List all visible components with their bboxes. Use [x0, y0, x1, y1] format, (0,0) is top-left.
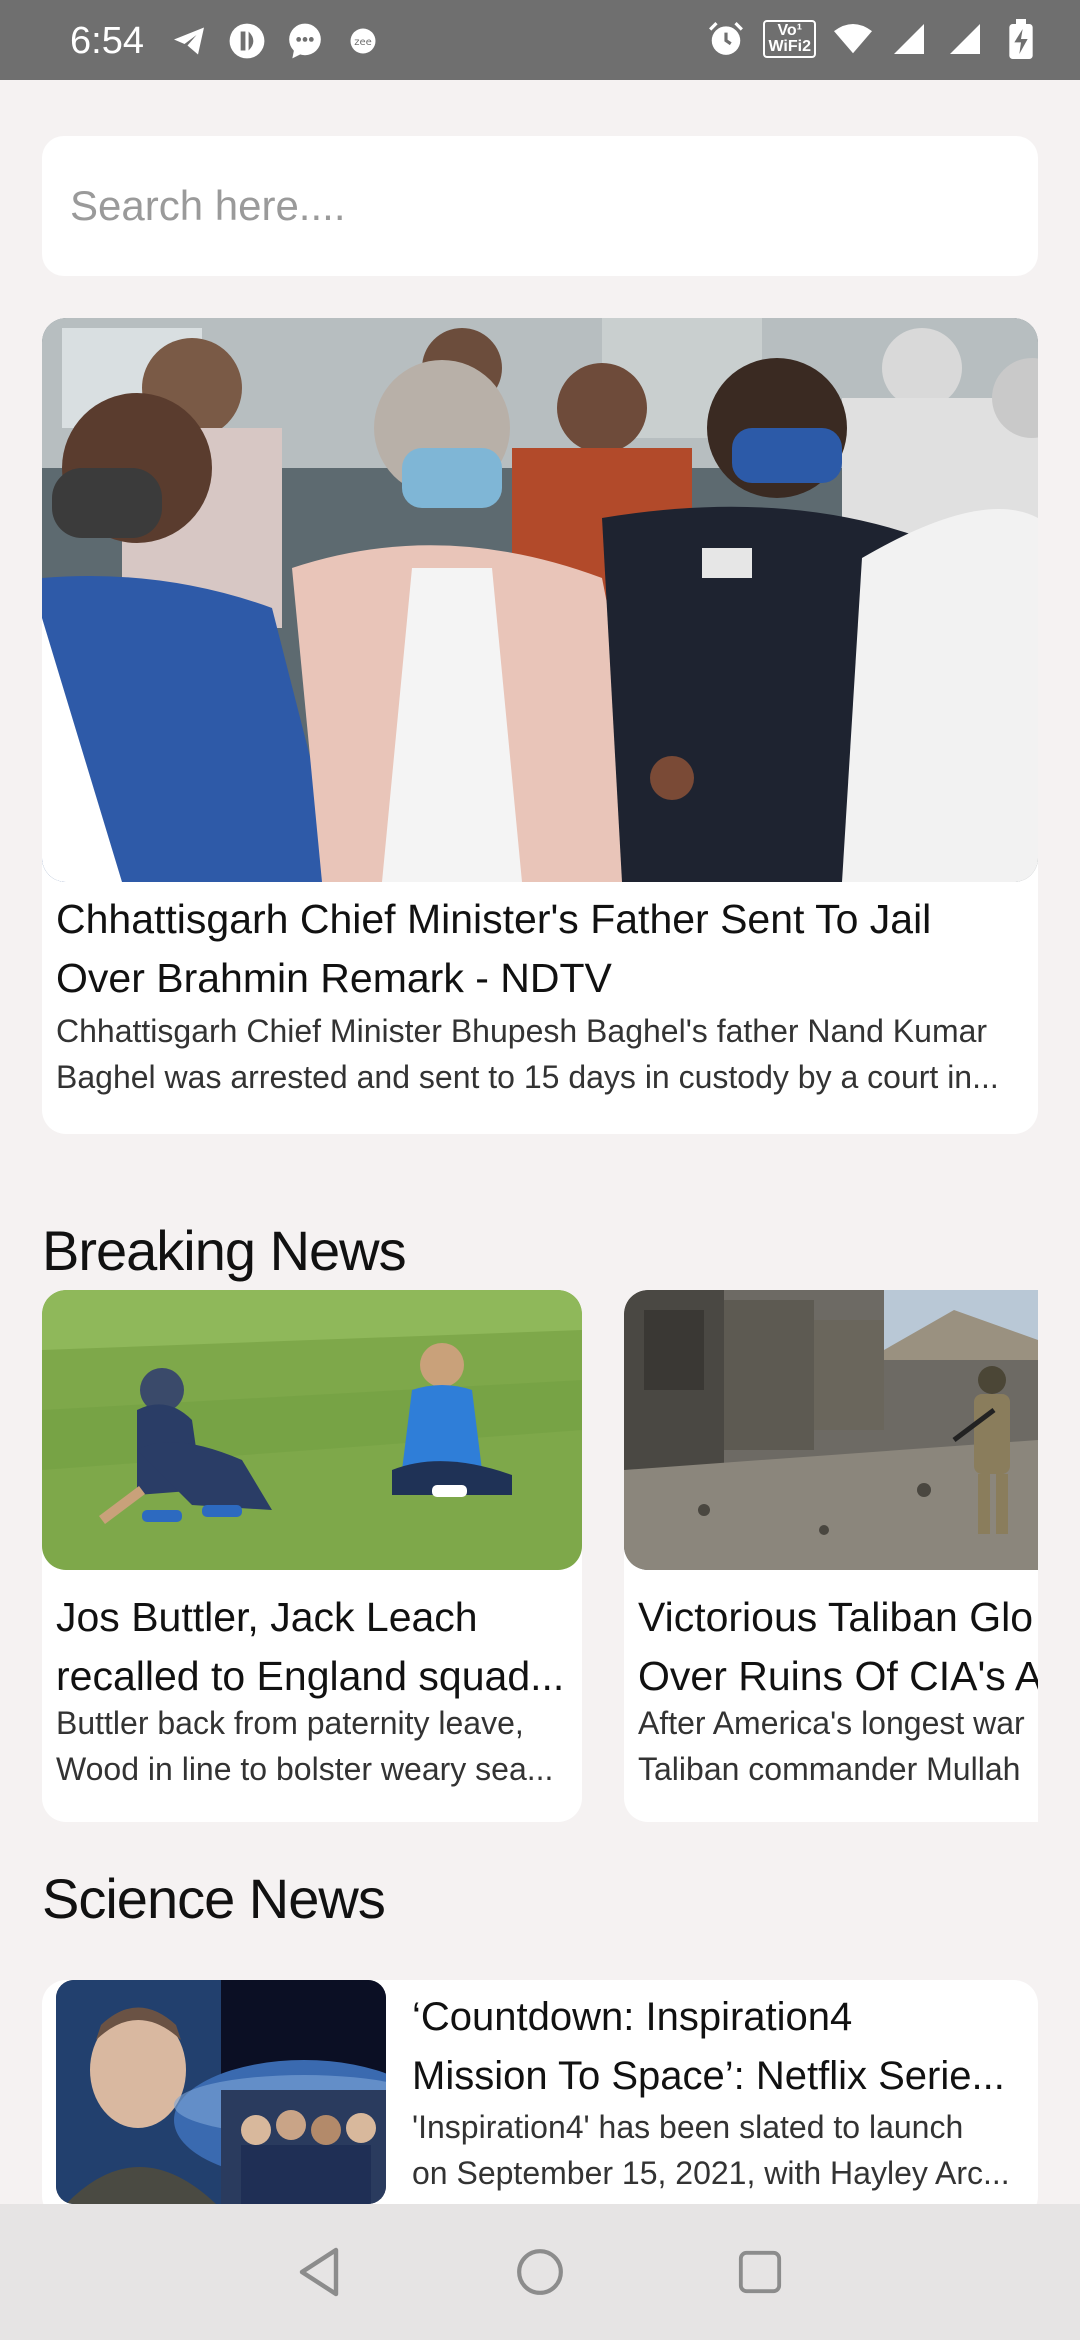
breaking-news-title-line: Over Ruins Of CIA's A: [638, 1653, 1038, 1699]
breaking-news-title-line: recalled to England squad...: [56, 1653, 565, 1699]
search-input[interactable]: [42, 136, 1038, 276]
vowifi-label-top: Vo¹: [777, 22, 803, 39]
home-icon[interactable]: [505, 2237, 575, 2307]
breaking-news-description-line: Taliban commander Mullah: [638, 1751, 1021, 1787]
breaking-news-description-line: After America's longest war: [638, 1705, 1025, 1741]
recents-icon[interactable]: [725, 2237, 795, 2307]
battery-charging-icon: [1002, 19, 1040, 59]
signal-icon: [890, 20, 928, 58]
breaking-news-card[interactable]: Jos Buttler, Jack Leach recalled to Engl…: [42, 1290, 582, 1822]
breaking-news-description: After America's longest war Taliban comm…: [638, 1700, 1038, 1792]
featured-article-image: [42, 318, 1038, 882]
status-bar: 6:54 zee Vo¹ WiFi2: [0, 0, 1080, 80]
science-news-title-line: ‘Countdown: Inspiration4: [412, 1995, 853, 2039]
telegram-icon: [170, 22, 208, 60]
featured-article-title: Chhattisgarh Chief Minister's Father Sen…: [56, 896, 932, 1001]
featured-article-card[interactable]: Chhattisgarh Chief Minister's Father Sen…: [42, 318, 1038, 1134]
breaking-news-image: [42, 1290, 582, 1570]
breaking-news-image: [624, 1290, 1038, 1570]
wifi-icon: [834, 20, 872, 58]
featured-article-description: Chhattisgarh Chief Minister Bhupesh Bagh…: [56, 1013, 999, 1095]
back-icon[interactable]: [285, 2237, 355, 2307]
svg-text:zee: zee: [354, 37, 372, 48]
breaking-news-card[interactable]: Victorious Taliban Glo Over Ruins Of CIA…: [624, 1290, 1038, 1822]
signal-icon: [946, 20, 984, 58]
breaking-news-description-line: Wood in line to bolster weary sea...: [56, 1751, 554, 1787]
breaking-news-heading: Breaking News: [42, 1219, 407, 1282]
science-news-heading: Science News: [42, 1867, 386, 1930]
vowifi-icon: Vo¹ WiFi2: [763, 20, 816, 58]
science-news-title-line: Mission To Space’: Netflix Serie...: [412, 2054, 1005, 2098]
breaking-news-title-line: Victorious Taliban Glo: [638, 1594, 1034, 1640]
vowifi-label-bottom: WiFi2: [768, 38, 811, 55]
breaking-news-title-line: Jos Buttler, Jack Leach: [56, 1594, 478, 1640]
science-news-image: [56, 1980, 386, 2204]
science-news-title: ‘Countdown: Inspiration4 Mission To Spac…: [412, 1988, 1022, 2106]
search-box[interactable]: [42, 136, 1038, 276]
status-right-icons: Vo¹ WiFi2: [707, 19, 1040, 59]
status-time: 6:54: [70, 20, 144, 62]
science-news-description-line: on September 15, 2021, with Hayley Arc..…: [412, 2155, 1010, 2191]
status-left-icons: zee: [170, 22, 382, 60]
messages-icon: [286, 22, 324, 60]
breaking-news-description-line: Buttler back from paternity leave,: [56, 1705, 524, 1741]
zee-icon: zee: [344, 22, 382, 60]
science-news-description-line: 'Inspiration4' has been slated to launch: [412, 2109, 964, 2145]
notification-app-icon: [228, 22, 266, 60]
science-news-description: 'Inspiration4' has been slated to launch…: [412, 2104, 1022, 2196]
science-news-card[interactable]: ‘Countdown: Inspiration4 Mission To Spac…: [42, 1980, 1038, 2220]
breaking-news-title: Jos Buttler, Jack Leach recalled to Engl…: [56, 1588, 572, 1706]
alarm-icon: [707, 20, 745, 58]
system-navigation-bar: [0, 2204, 1080, 2340]
breaking-news-description: Buttler back from paternity leave, Wood …: [56, 1700, 572, 1792]
breaking-news-title: Victorious Taliban Glo Over Ruins Of CIA…: [638, 1588, 1038, 1706]
